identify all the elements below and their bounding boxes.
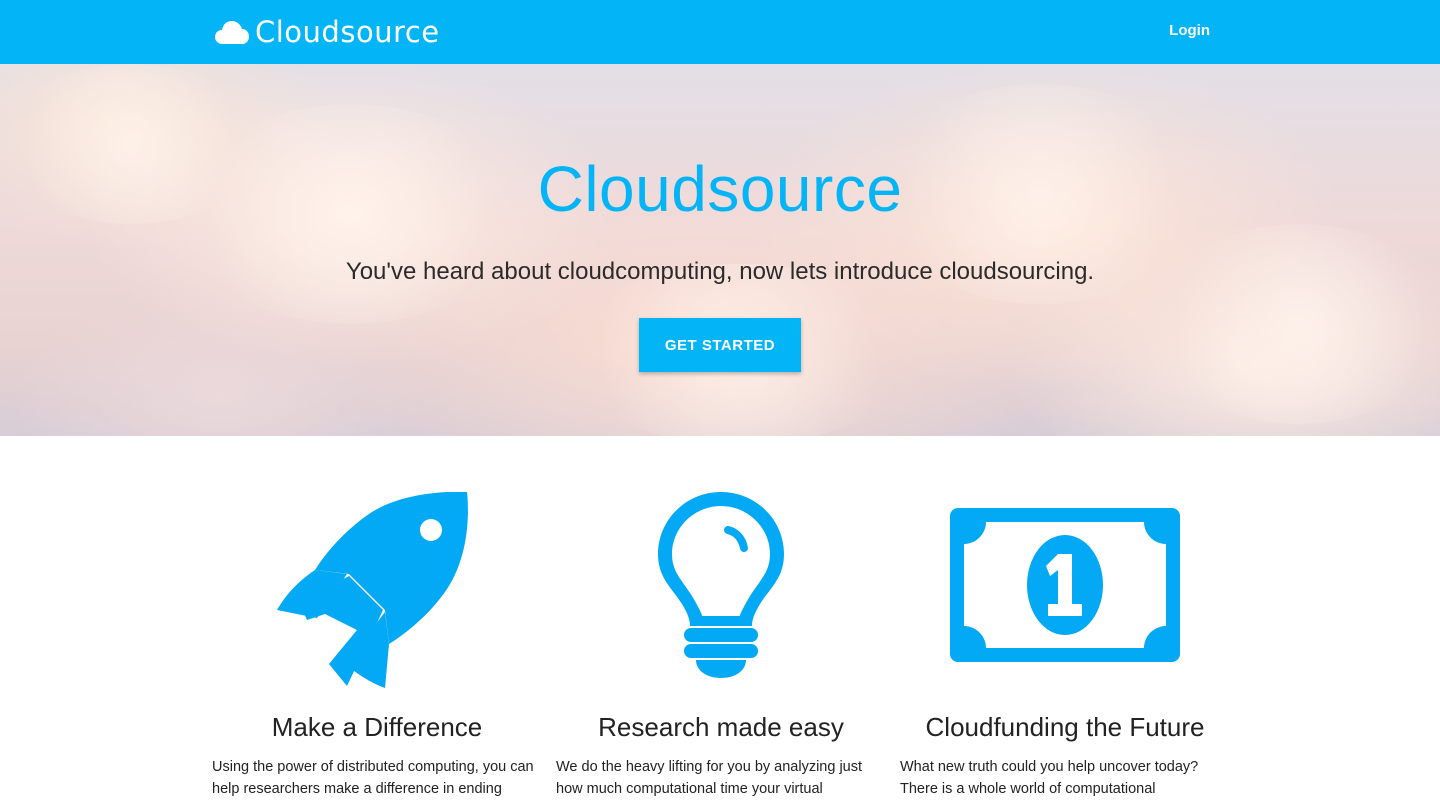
- hero-title: Cloudsource: [537, 153, 903, 225]
- navbar: Cloudsource Login: [0, 0, 1440, 64]
- hero-subtitle: You've heard about cloudcomputing, now l…: [345, 258, 1095, 285]
- login-link[interactable]: Login: [1169, 22, 1210, 39]
- hero-section: Cloudsource You've heard about cloudcomp…: [0, 64, 1440, 436]
- features-section: Make a Difference Using the power of dis…: [0, 436, 1440, 804]
- lightbulb-icon: [658, 492, 784, 678]
- dollar-bill-icon: [950, 508, 1180, 662]
- feature-text: We do the heavy lifting for you by analy…: [556, 759, 863, 797]
- feature-title: Cloudfunding the Future: [925, 712, 1205, 742]
- feature-text: What new truth could you help uncover to…: [900, 759, 1199, 797]
- feature-title: Research made easy: [598, 712, 844, 742]
- cloud-icon: [215, 21, 249, 44]
- brand-name: Cloudsource: [255, 15, 440, 49]
- rocket-icon: [277, 492, 468, 688]
- feature-text: Using the power of distributed computing…: [212, 759, 534, 797]
- feature-title: Make a Difference: [271, 712, 483, 742]
- get-started-button[interactable]: GET STARTED: [639, 318, 801, 372]
- brand-link[interactable]: Cloudsource: [215, 12, 440, 52]
